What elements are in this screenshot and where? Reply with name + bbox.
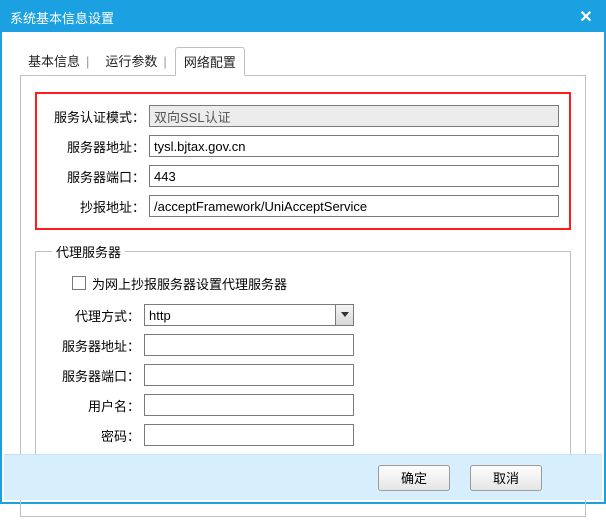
proxy-fieldset: 代理服务器 为网上抄报服务器设置代理服务器 代理方式： http 服务器	[35, 242, 571, 460]
row-auth-mode: 服务认证模式：	[47, 104, 559, 128]
proxy-legend: 代理服务器	[52, 242, 125, 261]
row-proxy-port: 服务器端口：	[52, 363, 554, 387]
input-report-url[interactable]	[149, 195, 559, 217]
label-proxy-user: 用户名：	[52, 396, 144, 415]
row-server-port: 服务器端口：	[47, 164, 559, 188]
checkbox-proxy-enable[interactable]	[72, 276, 86, 290]
cancel-button[interactable]: 取消	[470, 465, 542, 491]
row-proxy-password: 密码：	[52, 423, 554, 447]
label-proxy-enable: 为网上抄报服务器设置代理服务器	[92, 274, 287, 293]
client-area: 基本信息 运行参数 网络配置 服务认证模式： 服务器地址： 服务器端口：	[2, 32, 604, 527]
row-proxy-method: 代理方式： http	[52, 303, 554, 327]
select-proxy-method-value: http	[149, 308, 171, 323]
input-auth-mode	[149, 105, 559, 127]
input-proxy-port[interactable]	[144, 364, 354, 386]
select-proxy-method[interactable]: http	[144, 304, 354, 326]
label-auth-mode: 服务认证模式：	[47, 107, 149, 126]
close-icon: ✕	[579, 7, 592, 27]
row-proxy-enable: 为网上抄报服务器设置代理服务器	[72, 273, 554, 293]
server-section: 服务认证模式： 服务器地址： 服务器端口： 抄报地址：	[35, 92, 571, 230]
tab-network[interactable]: 网络配置	[175, 47, 245, 76]
dialog-button-bar: 确定 取消	[4, 454, 602, 500]
label-proxy-address: 服务器地址：	[52, 336, 144, 355]
row-server-address: 服务器地址：	[47, 134, 559, 158]
row-report-url: 抄报地址：	[47, 194, 559, 218]
tab-basic[interactable]: 基本信息	[20, 47, 97, 76]
tab-runtime[interactable]: 运行参数	[97, 47, 174, 76]
chevron-down-icon	[335, 305, 353, 325]
input-proxy-address[interactable]	[144, 334, 354, 356]
settings-window: 系统基本信息设置 ✕ 基本信息 运行参数 网络配置 服务认证模式： 服务器地址：	[0, 0, 606, 504]
label-proxy-method: 代理方式：	[52, 306, 144, 325]
input-proxy-password[interactable]	[144, 424, 354, 446]
input-proxy-user[interactable]	[144, 394, 354, 416]
row-proxy-address: 服务器地址：	[52, 333, 554, 357]
window-title: 系统基本信息设置	[10, 8, 114, 27]
title-bar: 系统基本信息设置 ✕	[2, 2, 604, 32]
row-proxy-user: 用户名：	[52, 393, 554, 417]
label-proxy-password: 密码：	[52, 426, 144, 445]
input-server-address[interactable]	[149, 135, 559, 157]
label-server-address: 服务器地址：	[47, 137, 149, 156]
tab-panel-network: 服务认证模式： 服务器地址： 服务器端口： 抄报地址： 代理服务器	[20, 76, 586, 517]
input-server-port[interactable]	[149, 165, 559, 187]
close-button[interactable]: ✕	[568, 2, 604, 32]
tab-strip: 基本信息 运行参数 网络配置	[20, 46, 586, 76]
label-proxy-port: 服务器端口：	[52, 366, 144, 385]
label-server-port: 服务器端口：	[47, 167, 149, 186]
label-report-url: 抄报地址：	[47, 197, 149, 216]
ok-button[interactable]: 确定	[378, 465, 450, 491]
